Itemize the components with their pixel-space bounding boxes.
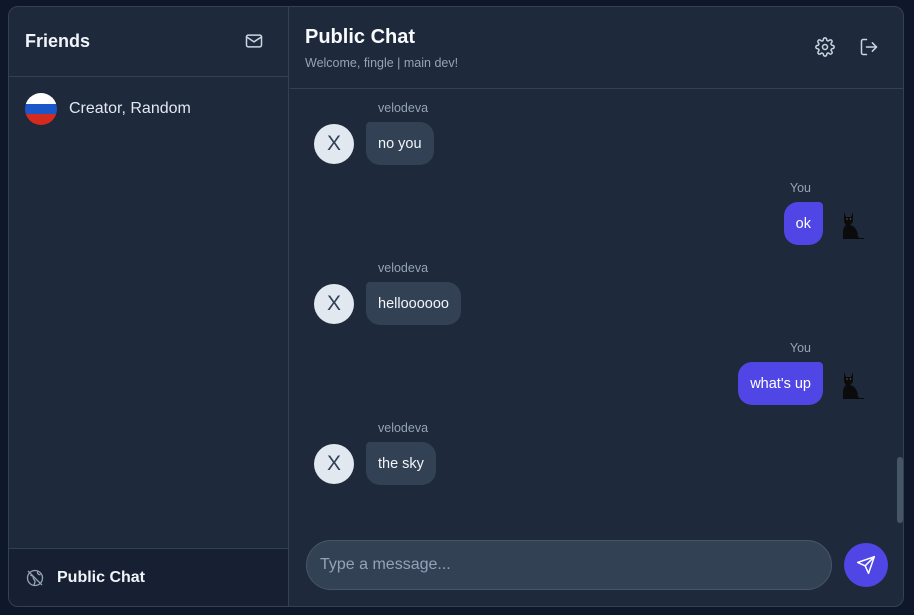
settings-button[interactable] <box>810 32 840 62</box>
gear-icon <box>815 37 835 57</box>
user-avatar: X <box>314 124 354 164</box>
message-row: You what's up <box>290 329 903 409</box>
chat-app-window: Friends Creator, Random Public Chat Publ… <box>8 6 904 607</box>
logout-icon <box>860 38 878 56</box>
message-row: velodeva X no you <box>290 89 903 169</box>
message-list-scrollbar[interactable] <box>897 457 903 523</box>
friends-sidebar: Friends Creator, Random Public Chat <box>9 7 289 606</box>
message-input-container <box>306 540 832 590</box>
message-sender: velodeva <box>378 421 429 435</box>
black-cat-avatar <box>843 212 864 239</box>
message-bubble: no you <box>366 122 434 165</box>
message-bubble: helloooooo <box>366 282 461 325</box>
send-icon <box>856 555 876 575</box>
black-cat-avatar <box>843 372 864 399</box>
friend-name: Creator, Random <box>69 100 191 117</box>
public-chat-label: Public Chat <box>57 568 146 586</box>
mail-button[interactable] <box>239 26 269 56</box>
friend-list-item[interactable]: Creator, Random <box>9 89 288 129</box>
chat-header: Public Chat Welcome, fingle | main dev! <box>290 7 903 89</box>
message-bubble: the sky <box>366 442 436 485</box>
message-list: velodeva X no you You ok velodeva X hell… <box>290 89 903 529</box>
message-sender: You <box>789 341 811 355</box>
message-sender: velodeva <box>378 261 429 275</box>
public-chat-nav-item[interactable]: Public Chat <box>9 548 288 606</box>
chat-title: Public Chat <box>305 26 416 48</box>
logout-button[interactable] <box>854 32 884 62</box>
sidebar-title: Friends <box>25 31 91 51</box>
message-row: You ok <box>290 169 903 249</box>
sidebar-header: Friends <box>9 7 288 77</box>
message-bubble: ok <box>783 202 823 245</box>
user-avatar: X <box>314 284 354 324</box>
message-row: velodeva X the sky <box>290 409 903 489</box>
chat-main-panel: Public Chat Welcome, fingle | main dev! <box>290 7 903 606</box>
message-bubble: what's up <box>738 362 823 405</box>
message-sender: You <box>789 181 811 195</box>
user-avatar: X <box>314 444 354 484</box>
message-input[interactable] <box>307 541 831 589</box>
russia-flag-icon <box>25 93 57 125</box>
send-button[interactable] <box>844 543 888 587</box>
welcome-subtitle: Welcome, fingle | main dev! <box>305 56 459 70</box>
message-sender: velodeva <box>378 101 429 115</box>
mail-icon <box>245 34 263 48</box>
message-row: velodeva X helloooooo <box>290 249 903 329</box>
globe-off-icon <box>25 568 45 588</box>
